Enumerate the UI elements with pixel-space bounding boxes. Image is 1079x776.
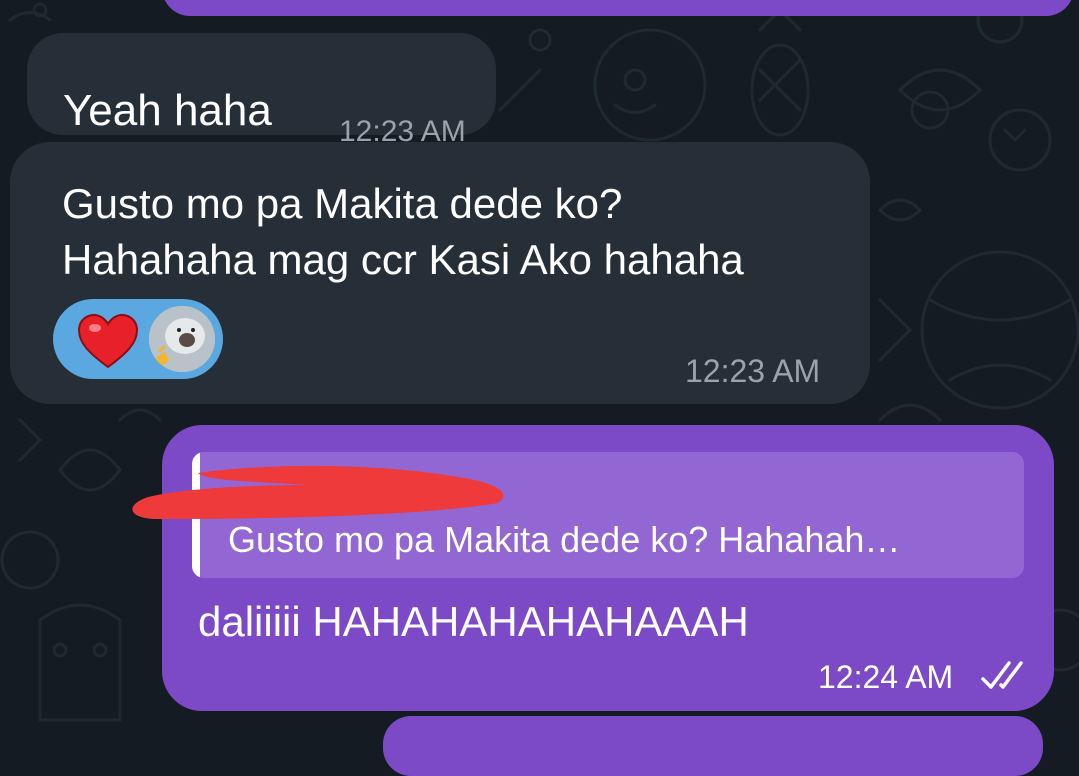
reaction-pill[interactable] <box>53 299 223 379</box>
heart-icon <box>77 313 139 369</box>
message-timestamp: 12:23 AM <box>685 353 821 389</box>
next-outgoing-bubble[interactable] <box>383 716 1043 776</box>
reaction-user-avatar <box>149 306 215 372</box>
previous-outgoing-bubble[interactable] <box>162 0 1074 16</box>
double-check-icon <box>981 661 1023 689</box>
avatar-image <box>149 306 215 372</box>
message-timestamp: 12:24 AM <box>818 659 954 695</box>
message-text-line: Hahahaha mag ccr Kasi Ako hahaha <box>62 236 744 283</box>
message-text: Yeah haha <box>63 86 272 135</box>
incoming-message-bubble[interactable]: Yeah haha 12:23 AM <box>27 33 496 147</box>
reply-text: Gusto mo pa Makita dede ko? Hahahah… <box>228 519 901 560</box>
outgoing-message-bubble[interactable]: Gusto mo pa Makita dede ko? Hahahah… dal… <box>132 425 1054 711</box>
redaction-mark <box>132 465 504 519</box>
incoming-message-bubble[interactable]: Gusto mo pa Makita dede ko? Hahahaha mag… <box>10 142 870 404</box>
message-text: daliiiii HAHAHAHAHAHAAAH <box>198 598 749 645</box>
message-text-line: Gusto mo pa Makita dede ko? <box>62 180 623 227</box>
message-text: Gusto mo pa Makita dede ko? Hahahaha mag… <box>62 176 744 288</box>
